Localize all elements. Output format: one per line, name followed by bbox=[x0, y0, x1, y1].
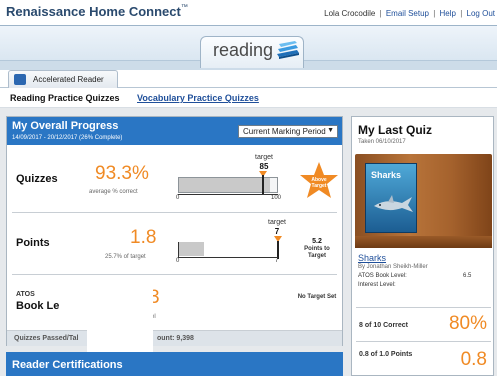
points-earned-label: 0.8 of 1.0 Points bbox=[359, 351, 413, 358]
email-setup-link[interactable]: Email Setup bbox=[386, 9, 429, 18]
last-quiz-date: Taken 06/10/2017 bbox=[358, 139, 406, 145]
quizzes-progress-fill bbox=[179, 178, 271, 192]
quizzes-axis-max: 100 bbox=[271, 195, 282, 201]
reading-tab[interactable]: reading bbox=[200, 36, 304, 68]
atos-book-level-row: ATOS Book Level: 6.5 bbox=[358, 273, 488, 279]
book-cover[interactable]: Sharks bbox=[365, 163, 417, 233]
points-progress-bar bbox=[178, 241, 278, 257]
points-axis-start bbox=[178, 242, 179, 258]
points-earned-value: 0.8 bbox=[460, 349, 487, 370]
chevron-down-icon: ▼ bbox=[327, 127, 334, 134]
quizzes-axis-min: 0 bbox=[176, 195, 180, 201]
top-bar: Renaissance Home Connect™ Lola Crocodile… bbox=[0, 0, 497, 26]
log-out-link[interactable]: Log Out bbox=[467, 9, 495, 18]
last-quiz-panel: My Last Quiz Taken 06/10/2017 Sharks Sha… bbox=[351, 116, 494, 376]
quizzes-target-label: target bbox=[255, 154, 273, 161]
quizzes-subtext: average % correct bbox=[89, 189, 138, 195]
points-value: 1.8 bbox=[130, 227, 157, 248]
interest-level-label: Interest Level: bbox=[358, 282, 396, 288]
quizzes-target-value: 85 bbox=[259, 162, 269, 171]
points-axis-min: 0 bbox=[176, 258, 180, 264]
progress-title: My Overall Progress bbox=[12, 120, 119, 132]
overall-progress-panel: My Overall Progress 14/09/2017 - 20/12/2… bbox=[6, 116, 343, 353]
atos-book-level-value: 6.5 bbox=[463, 273, 472, 279]
points-target-label: target bbox=[268, 219, 286, 226]
points-target-value: 7 bbox=[274, 227, 280, 236]
bookshelf: Sharks bbox=[355, 154, 492, 248]
atos-label: Book Le bbox=[16, 300, 60, 312]
word-count-label: ount: 9,398 bbox=[157, 335, 194, 342]
points-subtext: 25.7% of target bbox=[105, 254, 146, 260]
no-target-set-label: No Target Set bbox=[297, 294, 337, 300]
user-links: Lola Crocodile | Email Setup | Help | Lo… bbox=[324, 9, 495, 18]
progress-dates: 14/09/2017 - 20/12/2017 (26% Complete) bbox=[12, 135, 123, 141]
accelerated-reader-tab-label: Accelerated Reader bbox=[33, 75, 104, 84]
points-axis-max: 7 bbox=[275, 258, 279, 264]
points-to-target-value: 5.2 bbox=[312, 238, 322, 245]
redacted-area bbox=[87, 285, 153, 353]
quiz-points-row: 0.8 of 1.0 Points 0.8 bbox=[356, 341, 491, 375]
help-link[interactable]: Help bbox=[440, 9, 456, 18]
reader-certifications-title: Reader Certifications bbox=[12, 359, 123, 371]
book-author: By Jonathan Sheikh-Miller bbox=[358, 264, 428, 270]
last-quiz-title: My Last Quiz bbox=[358, 123, 433, 137]
shelf-board bbox=[355, 236, 492, 248]
points-to-target-label: Points to Target bbox=[304, 246, 330, 259]
brand-title: Renaissance Home Connect™ bbox=[6, 4, 188, 19]
atos-small-label: ATOS bbox=[16, 291, 35, 298]
atos-book-level-label: ATOS Book Level: bbox=[358, 273, 407, 279]
above-target-badge: Above Target bbox=[311, 177, 327, 189]
correct-label: 8 of 10 Correct bbox=[359, 322, 409, 329]
vocabulary-practice-quizzes-link[interactable]: Vocabulary Practice Quizzes bbox=[137, 93, 259, 103]
quizzes-axis bbox=[178, 194, 278, 195]
points-axis bbox=[178, 257, 278, 258]
books-icon bbox=[275, 40, 301, 67]
points-label: Points bbox=[16, 237, 50, 249]
reading-practice-quizzes-tab[interactable]: Reading Practice Quizzes bbox=[10, 93, 120, 103]
quizzes-target-line bbox=[262, 175, 264, 195]
subject-band: reading bbox=[0, 26, 497, 70]
book-cover-title: Sharks bbox=[371, 170, 402, 180]
app-tab-row: Accelerated Reader bbox=[0, 70, 497, 88]
shark-icon bbox=[374, 195, 413, 212]
progress-header: My Overall Progress 14/09/2017 - 20/12/2… bbox=[7, 117, 342, 145]
quizzes-label: Quizzes bbox=[16, 173, 58, 185]
row-divider bbox=[12, 212, 337, 213]
quizzes-value: 93.3% bbox=[95, 163, 149, 184]
correct-percent: 80% bbox=[448, 313, 487, 334]
quiz-type-nav: Reading Practice Quizzes Vocabulary Prac… bbox=[0, 88, 497, 108]
quizzes-passed-label: Quizzes Passed/Tal bbox=[14, 335, 79, 342]
progress-footer: Quizzes Passed/Tal ount: 9,398 bbox=[7, 330, 342, 346]
reading-tab-label: reading bbox=[213, 40, 274, 60]
accelerated-reader-icon bbox=[14, 74, 26, 85]
points-progress-fill bbox=[178, 242, 204, 256]
accelerated-reader-tab[interactable]: Accelerated Reader bbox=[8, 70, 118, 88]
quiz-score-row: 8 of 10 Correct 80% bbox=[356, 307, 491, 341]
marking-period-select[interactable]: Current Marking Period ▼ bbox=[238, 125, 338, 138]
row-divider bbox=[12, 274, 337, 275]
last-quiz-book-title[interactable]: Sharks bbox=[358, 253, 386, 263]
reader-certifications-header[interactable]: Reader Certifications bbox=[6, 352, 343, 376]
user-name: Lola Crocodile bbox=[324, 9, 376, 18]
